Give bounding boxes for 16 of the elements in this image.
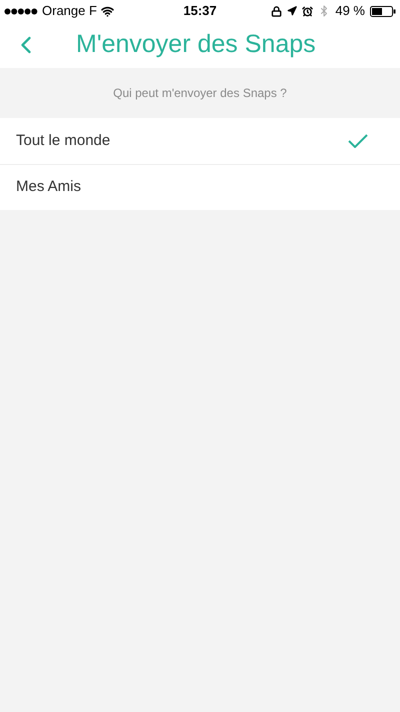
- page-title: M'envoyer des Snaps: [76, 29, 316, 60]
- option-row[interactable]: Tout le monde: [0, 118, 400, 164]
- option-row[interactable]: Mes Amis: [0, 164, 400, 210]
- option-label: Tout le monde: [16, 130, 112, 151]
- lock-icon: [271, 6, 282, 16]
- clock-time: 15:37: [183, 2, 217, 20]
- carrier-name: Orange F: [42, 2, 97, 20]
- check-icon: [348, 134, 368, 148]
- location-icon: [287, 6, 298, 16]
- wifi-icon: [100, 4, 114, 18]
- battery-icon: [370, 6, 396, 16]
- section-header: Qui peut m'envoyer des Snaps ?: [113, 85, 287, 102]
- signal-icon: [4, 8, 38, 14]
- option-label: Mes Amis: [16, 177, 82, 198]
- battery-percent: 49 %: [335, 2, 365, 20]
- alarm-icon: [302, 6, 314, 16]
